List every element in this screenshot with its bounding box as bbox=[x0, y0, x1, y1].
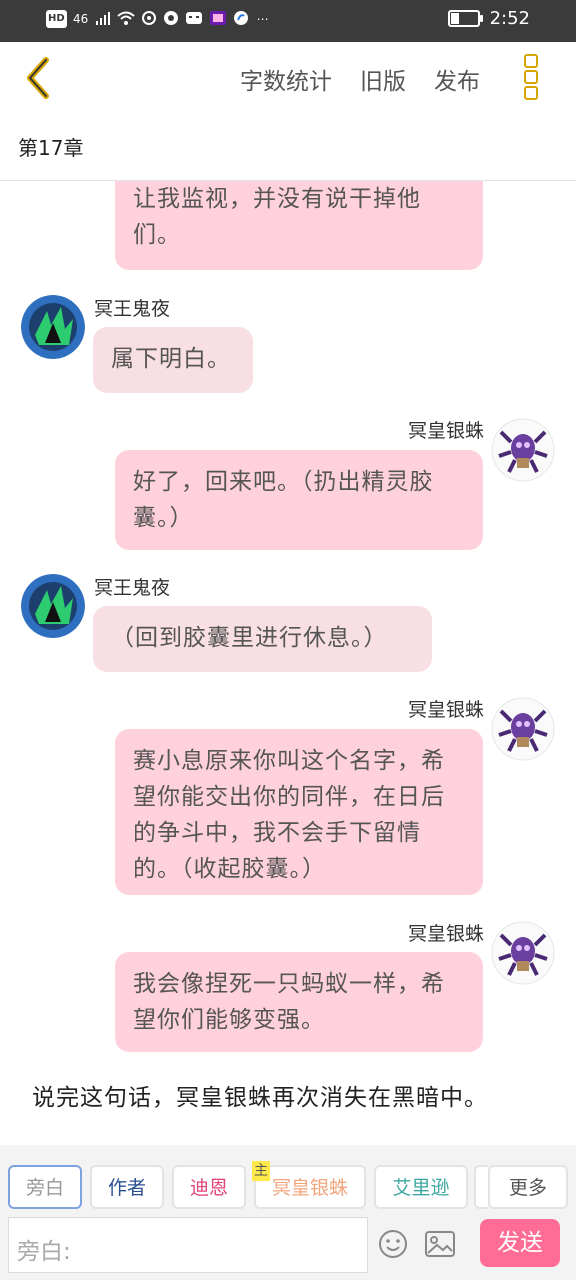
status-bar: HD 46 ⋯ 2:52 bbox=[0, 0, 576, 42]
input-placeholder: 旁白: bbox=[17, 1239, 71, 1265]
main-character-badge: 主 bbox=[252, 1161, 270, 1181]
chat-bubble[interactable]: 好了，回来吧。（扔出精灵胶 囊。） bbox=[115, 450, 483, 550]
signal-icon bbox=[95, 10, 111, 28]
sender-name: 冥王鬼夜 bbox=[94, 298, 171, 320]
app-icon bbox=[209, 10, 227, 28]
bubble-text-line: 我会像捏死一只蚂蚁一样，希 bbox=[133, 971, 445, 997]
chevron-left-icon bbox=[27, 57, 49, 99]
app-icon bbox=[185, 10, 203, 28]
chip-label: 迪恩 bbox=[189, 1177, 228, 1199]
character-chip-overflow[interactable] bbox=[474, 1165, 488, 1209]
character-chip-allison[interactable]: 艾里逊 bbox=[374, 1165, 468, 1209]
message-input[interactable]: 旁白: bbox=[8, 1217, 368, 1273]
emoji-icon bbox=[379, 1230, 407, 1258]
sender-name: 冥皇银蛛 bbox=[407, 699, 484, 721]
more-menu-button[interactable] bbox=[524, 54, 538, 100]
battery-icon bbox=[447, 10, 483, 27]
avatar-spider-emperor[interactable] bbox=[491, 418, 555, 482]
hd-icon: HD bbox=[46, 10, 67, 28]
bubble-text-line: 囊。） bbox=[133, 505, 194, 531]
status-icons: HD 46 ⋯ bbox=[46, 10, 271, 28]
chapter-title[interactable]: 第17章 bbox=[18, 132, 83, 161]
wifi-icon bbox=[117, 10, 135, 28]
character-chip-author[interactable]: 作者 bbox=[90, 1165, 164, 1209]
chat-bubble[interactable]: 让我监视，并没有说干掉他 们。 bbox=[115, 181, 483, 270]
character-chip-narrator[interactable]: 旁白 bbox=[8, 1165, 82, 1209]
character-chip-spider-emperor[interactable]: 主 冥皇银蛛 bbox=[252, 1161, 366, 1209]
publish-button[interactable]: 发布 bbox=[434, 62, 480, 96]
avatar-spider-emperor[interactable] bbox=[491, 921, 555, 985]
chip-label: 更多 bbox=[508, 1177, 547, 1199]
bubble-text-line: 好了，回来吧。（扔出精灵胶 bbox=[133, 469, 434, 495]
bubble-text-line: 的。（收起胶囊。） bbox=[133, 856, 326, 882]
app-icon bbox=[163, 10, 179, 28]
chat-bubble[interactable]: 赛小息原来你叫这个名字，希 望你能交出你的同伴，在日后 的争斗中，我不会手下留情… bbox=[115, 729, 483, 895]
bubble-text-line: 赛小息原来你叫这个名字，希 bbox=[133, 748, 445, 774]
bubble-text-line: 望你能交出你的同伴，在日后 bbox=[133, 784, 445, 810]
bubble-text-line: （回到胶囊里进行休息。） bbox=[111, 625, 388, 651]
sender-name: 冥皇银蛛 bbox=[407, 923, 484, 945]
chip-label: 作者 bbox=[107, 1177, 146, 1199]
chat-bubble[interactable]: 我会像捏死一只蚂蚁一样，希 望你们能够变强。 bbox=[115, 952, 483, 1052]
old-version-button[interactable]: 旧版 bbox=[360, 62, 406, 96]
bubble-text-line: 的争斗中，我不会手下留情 bbox=[133, 820, 421, 846]
bubble-text-line: 望你们能够变强。 bbox=[133, 1007, 325, 1033]
image-button[interactable] bbox=[424, 1230, 456, 1258]
avatar-ghost-king[interactable] bbox=[21, 574, 85, 638]
app-icon bbox=[141, 10, 157, 28]
sender-name: 冥皇银蛛 bbox=[407, 420, 484, 442]
emoji-button[interactable] bbox=[378, 1229, 408, 1259]
app-icon bbox=[233, 10, 249, 28]
chat-bubble[interactable]: 属下明白。 bbox=[93, 327, 253, 393]
narration-text[interactable]: 说完这句话，冥皇银蛛再次消失在黑暗中。 bbox=[32, 1078, 488, 1112]
chip-label: 艾里逊 bbox=[392, 1177, 450, 1199]
network-icon: 46 bbox=[73, 12, 89, 26]
bubble-text-line: 让我监视，并没有说干掉他 bbox=[133, 186, 421, 212]
menu-dot-icon bbox=[524, 54, 538, 68]
word-count-button[interactable]: 字数统计 bbox=[240, 62, 332, 96]
bubble-text-line: 们。 bbox=[133, 222, 181, 248]
back-button[interactable] bbox=[18, 54, 60, 102]
more-characters-button[interactable]: 更多 bbox=[488, 1165, 568, 1209]
chip-label: 旁白 bbox=[25, 1177, 64, 1199]
bubble-text-line: 属下明白。 bbox=[111, 346, 231, 372]
image-icon bbox=[425, 1231, 455, 1257]
composer: 旁白 作者 迪恩 主 冥皇银蛛 艾里逊 更多 旁白: 发送 bbox=[0, 1145, 576, 1280]
chapter-header: 第17章 bbox=[0, 114, 576, 181]
character-selector: 旁白 作者 迪恩 主 冥皇银蛛 艾里逊 更多 bbox=[8, 1161, 568, 1211]
send-button[interactable]: 发送 bbox=[480, 1219, 560, 1267]
chat-area[interactable]: 让我监视，并没有说干掉他 们。 冥王鬼夜 属下明白。 冥皇银蛛 好了，回来吧。（… bbox=[0, 181, 576, 1145]
clock: 2:52 bbox=[489, 8, 530, 29]
chip-label: 冥皇银蛛 bbox=[271, 1177, 348, 1199]
top-bar: 字数统计 旧版 发布 bbox=[0, 42, 576, 114]
character-chip-dean[interactable]: 迪恩 bbox=[172, 1165, 246, 1209]
menu-dot-icon bbox=[524, 70, 538, 84]
avatar-ghost-king[interactable] bbox=[21, 295, 85, 359]
menu-dot-icon bbox=[524, 86, 538, 100]
sender-name: 冥王鬼夜 bbox=[94, 577, 171, 599]
avatar-spider-emperor[interactable] bbox=[491, 697, 555, 761]
more-notifications-icon: ⋯ bbox=[256, 12, 269, 26]
chat-bubble[interactable]: （回到胶囊里进行休息。） bbox=[93, 606, 432, 672]
